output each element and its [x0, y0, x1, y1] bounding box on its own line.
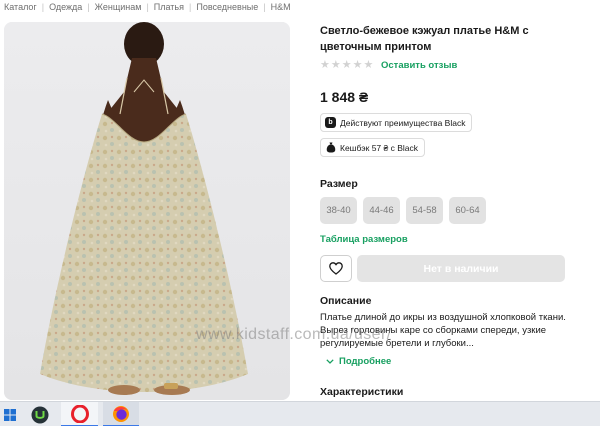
black-benefits-label: Действуют преимущества Black: [340, 117, 466, 128]
windows-start-button[interactable]: [0, 402, 20, 426]
taskbar: [0, 401, 600, 426]
breadcrumb-separator: |: [87, 2, 90, 12]
money-bag-icon: [325, 142, 336, 153]
black-logo-icon: b: [325, 117, 336, 128]
rating-stars[interactable]: ★ ★ ★ ★ ★: [320, 60, 373, 71]
more-details-label: Подробнее: [339, 356, 392, 367]
star-icon[interactable]: ★: [364, 60, 374, 71]
size-option[interactable]: 44-46: [363, 197, 400, 224]
cashback-badge[interactable]: Кешбэк 57 ₴ с Black: [320, 138, 425, 157]
taskbar-opera[interactable]: [61, 402, 98, 426]
star-icon[interactable]: ★: [320, 60, 330, 71]
breadcrumb-separator: |: [189, 2, 192, 12]
breadcrumb-women[interactable]: Женщинам: [95, 2, 142, 12]
heart-icon: [329, 262, 343, 275]
description-heading: Описание: [320, 295, 372, 307]
product-price: 1 848 ₴: [320, 89, 369, 105]
product-photo[interactable]: [4, 22, 290, 400]
opera-icon: [70, 404, 89, 423]
size-option[interactable]: 60-64: [449, 197, 486, 224]
windows-start-icon: [4, 408, 16, 421]
leave-review-link[interactable]: Оставить отзыв: [381, 60, 457, 72]
product-title: Светло-бежевое кэжуал платье H&M с цвето…: [320, 25, 529, 53]
size-heading: Размер: [320, 178, 358, 190]
breadcrumb-catalog[interactable]: Каталог: [4, 2, 37, 12]
out-of-stock-button[interactable]: Нет в наличии: [357, 255, 565, 282]
size-table-link[interactable]: Таблица размеров: [320, 234, 408, 245]
breadcrumb-clothing[interactable]: Одежда: [49, 2, 82, 12]
size-option[interactable]: 38-40: [320, 197, 357, 224]
breadcrumb-separator: |: [263, 2, 266, 12]
star-icon[interactable]: ★: [342, 60, 352, 71]
star-icon[interactable]: ★: [331, 60, 341, 71]
chevron-down-icon: [326, 359, 334, 364]
breadcrumb-separator: |: [41, 2, 45, 12]
breadcrumb-separator: |: [146, 2, 149, 12]
taskbar-upwork[interactable]: [26, 402, 53, 426]
characteristics-heading: Характеристики: [320, 386, 404, 398]
breadcrumb-casual[interactable]: Повседневные: [196, 2, 258, 12]
star-icon[interactable]: ★: [353, 60, 363, 71]
size-option[interactable]: 54-58: [406, 197, 443, 224]
breadcrumb: Каталог | Одежда | Женщинам | Платья | П…: [0, 0, 600, 14]
breadcrumb-dresses[interactable]: Платья: [154, 2, 184, 12]
firefox-icon: [113, 405, 129, 422]
more-details-link[interactable]: Подробнее: [326, 356, 391, 367]
breadcrumb-brand[interactable]: H&M: [271, 2, 291, 12]
description-text: Платье длиной до икры из воздушной хлопк…: [320, 312, 566, 349]
favorite-button[interactable]: [320, 255, 352, 282]
black-benefits-badge[interactable]: b Действуют преимущества Black: [320, 113, 473, 132]
upwork-icon: [31, 406, 48, 423]
taskbar-firefox[interactable]: [103, 402, 139, 426]
cashback-label: Кешбэк 57 ₴ с Black: [340, 142, 418, 153]
size-selector: 38-40 44-46 54-58 60-64: [320, 197, 486, 224]
product-photo-image: [4, 22, 290, 400]
